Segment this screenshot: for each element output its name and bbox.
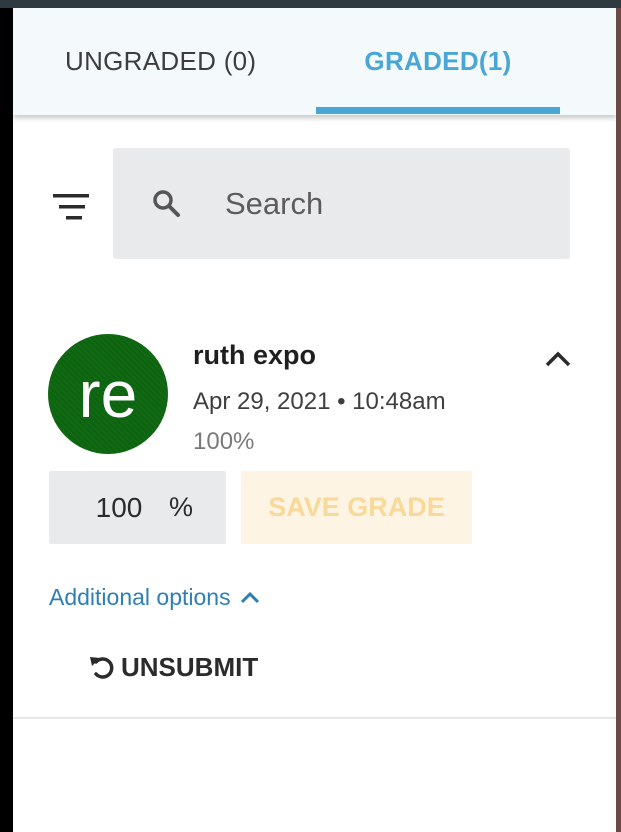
tab-graded[interactable]: GRADED(1) [316,8,560,115]
grading-panel: UNGRADED (0) GRADED(1) re ruth expo Apr … [13,8,616,832]
tab-bar: UNGRADED (0) GRADED(1) [13,8,616,115]
additional-options-label: Additional options [49,583,231,610]
search-input[interactable] [225,148,545,259]
active-tab-indicator [316,107,560,114]
search-box [113,148,570,259]
divider [13,717,616,719]
chevron-up-icon[interactable] [543,346,573,370]
additional-options-toggle[interactable]: Additional options [49,582,261,612]
grade-field: % [49,471,226,544]
chevron-up-icon [240,591,259,604]
submission-date: Apr 29, 2021 • 10:48am [193,388,446,415]
save-grade-button[interactable]: SAVE GRADE [241,471,472,544]
search-icon [151,188,183,220]
filter-icon[interactable] [53,192,91,222]
grade-unit: % [169,492,194,522]
undo-icon [90,657,114,679]
window-top-bar [0,0,621,8]
unsubmit-button[interactable]: UNSUBMIT [87,648,258,686]
window-right-edge [616,8,621,832]
grade-input[interactable] [83,471,155,544]
student-score: 100% [193,428,255,455]
unsubmit-label: UNSUBMIT [121,651,259,682]
avatar: re [48,334,168,454]
window-left-edge [0,8,13,832]
avatar-initials: re [78,357,138,431]
tab-ungraded[interactable]: UNGRADED (0) [47,8,287,115]
student-name: ruth expo [193,340,317,370]
